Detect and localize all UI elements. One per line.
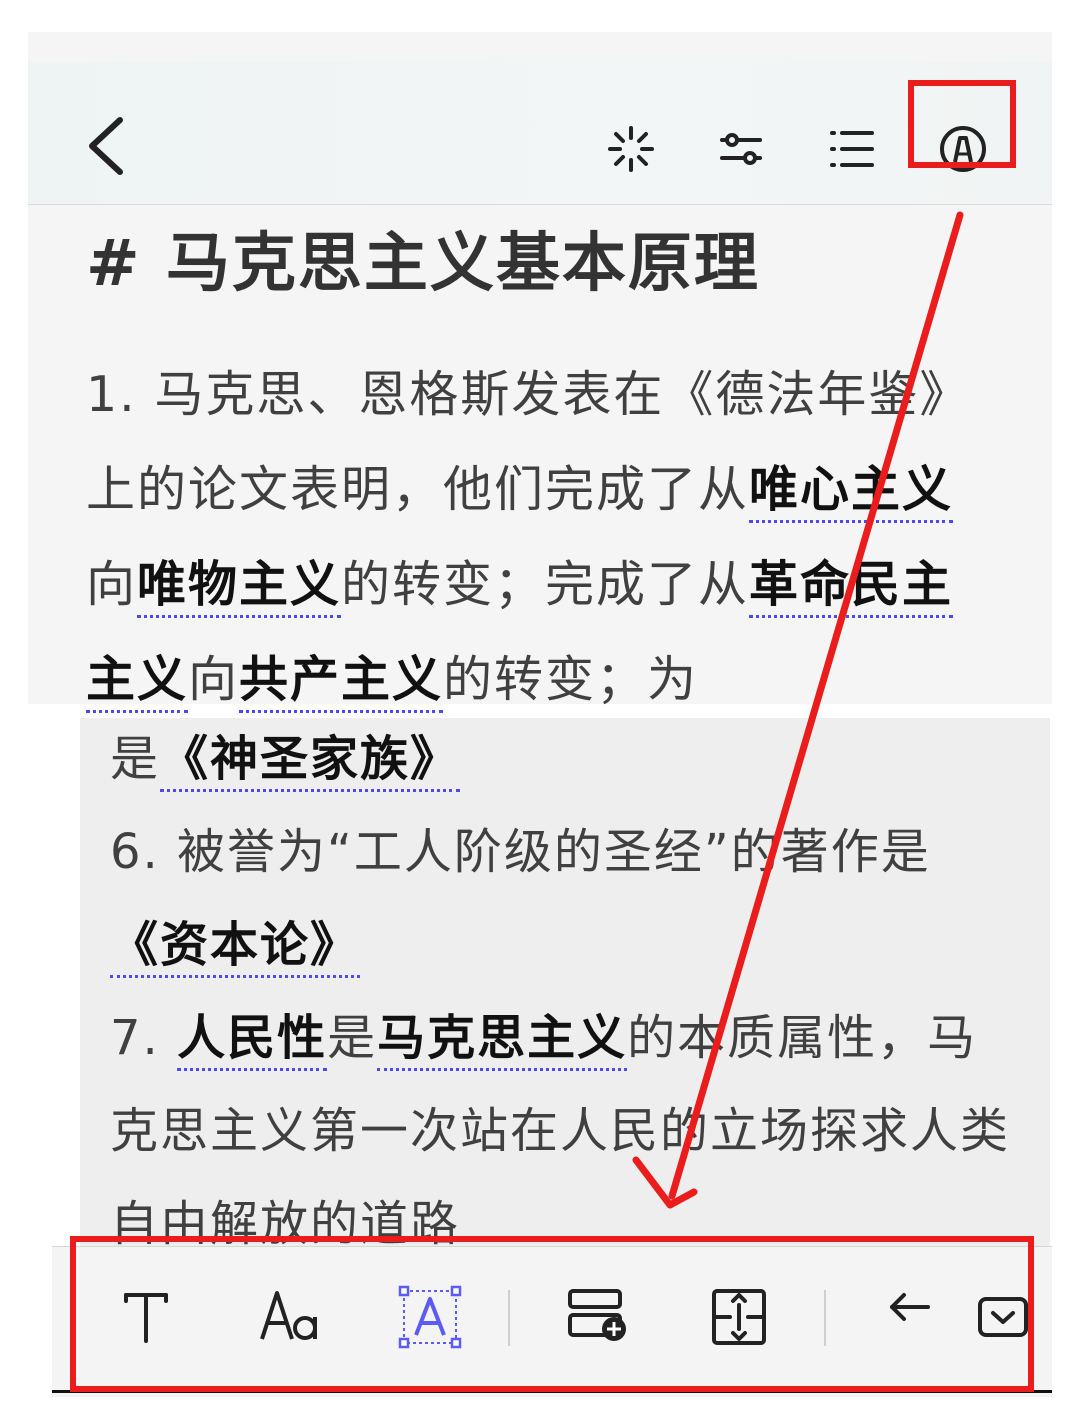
- keyword-idealism: 唯心主义: [749, 461, 954, 523]
- annotation-box-pen-tool: [908, 80, 1016, 168]
- keyword-communism: 共产主义: [239, 651, 444, 713]
- note-paragraph-2: 是《神圣家族》 6. 被誉为“工人阶级的圣经”的著作是《资本论》 7. 人民性是…: [110, 718, 1010, 1248]
- keyword-marxism: 马克思主义: [377, 1010, 628, 1071]
- top-navigation-bar: [28, 62, 1052, 205]
- editor-lower-panel: 是《神圣家族》 6. 被誉为“工人阶级的圣经”的著作是《资本论》 7. 人民性是…: [80, 718, 1050, 1248]
- list-item-6: 6. 被誉为“工人阶级的圣经”的著作是: [110, 824, 931, 880]
- sliders-icon[interactable]: [716, 124, 766, 174]
- keyword-people-nature: 人民性: [177, 1010, 328, 1071]
- keyword-materialism: 唯物主义: [137, 556, 342, 618]
- sparkle-icon[interactable]: [606, 124, 656, 174]
- note-paragraph-1: 1. 马克思、恩格斯发表在《德法年鉴》上的论文表明，他们完成了从唯心主义向唯物主…: [86, 347, 966, 727]
- annotation-box-toolbar: [70, 1236, 1034, 1392]
- keyword-holy-family: 《神圣家族》: [160, 731, 461, 792]
- keyword-das-kapital: 《资本论》: [110, 917, 361, 978]
- chevron-left-icon[interactable]: [80, 114, 136, 178]
- list-icon[interactable]: [826, 124, 876, 174]
- editor-top-panel: # 马克思主义基本原理 1. 马克思、恩格斯发表在《德法年鉴》上的论文表明，他们…: [28, 32, 1052, 713]
- document-title: # 马克思主义基本原理: [86, 227, 760, 301]
